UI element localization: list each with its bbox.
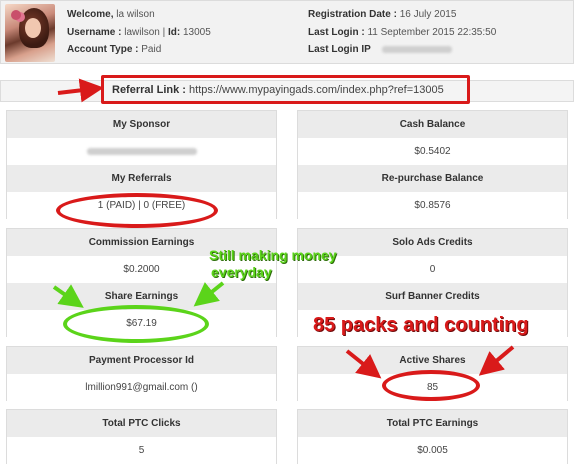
total-ptc-earnings-header: Total PTC Earnings [298,410,567,437]
account-header: Welcome, la wilson Username : lawilson |… [0,0,574,64]
payment-processor-box: Payment Processor Id lmillion991@gmail.c… [6,346,277,401]
green-annotation: Still making money everyday [209,247,337,281]
total-ptc-clicks-value: 5 [7,437,276,464]
balances-box: Cash Balance $0.5402 Re-purchase Balance… [297,110,568,219]
registration-label: Registration Date : [308,9,397,20]
last-login-ip-row: Last Login IP [308,42,452,58]
id-label: Id: [168,27,181,38]
username-row: Username : lawilson | Id: 13005 [67,27,211,38]
account-type-label: Account Type : [67,44,139,55]
account-type-row: Account Type : Paid [67,42,161,58]
red-annotation: 85 packs and counting [313,314,529,336]
referrals-highlight-oval [56,193,218,228]
registration-row: Registration Date : 16 July 2015 [308,7,456,23]
username-value: lawilson [124,27,160,38]
welcome-row: Welcome, la wilson [67,7,155,23]
cash-balance-value: $0.5402 [298,138,567,165]
repurchase-balance-header: Re-purchase Balance [298,165,567,192]
ptc-clicks-box: Total PTC Clicks 5 [6,409,277,464]
avatar [5,4,55,62]
cash-balance-header: Cash Balance [298,111,567,138]
welcome-name: la wilson [116,9,155,20]
green-annotation-line2: everyday [211,264,272,280]
solo-ads-credits-value: 0 [298,256,567,283]
share-earnings-highlight-oval [63,305,209,343]
last-login-ip-redacted [381,45,452,53]
total-ptc-earnings-value: $0.005 [298,437,567,464]
avatar-flower [11,10,21,20]
referral-highlight-box [101,75,470,104]
avatar-face [25,18,41,38]
last-login-ip-label: Last Login IP [308,44,371,55]
repurchase-balance-value: $0.8576 [298,192,567,219]
solo-ads-credits-header: Solo Ads Credits [298,229,567,256]
active-shares-highlight-oval [382,370,480,401]
sponsor-redacted [86,147,197,155]
my-referrals-header: My Referrals [7,165,276,192]
last-login-row: Last Login : 11 September 2015 22:35:50 [308,25,496,41]
username-label: Username : [67,27,122,38]
my-sponsor-value [7,138,276,165]
welcome-label: Welcome, [67,9,114,20]
last-login-value: 11 September 2015 22:35:50 [367,27,497,38]
total-ptc-clicks-header: Total PTC Clicks [7,410,276,437]
my-sponsor-header: My Sponsor [7,111,276,138]
surf-banner-credits-header: Surf Banner Credits [298,283,567,310]
payment-processor-header: Payment Processor Id [7,347,276,374]
green-annotation-line1: Still making money [209,247,337,263]
id-value: 13005 [183,27,211,38]
payment-processor-value: lmillion991@gmail.com () [7,374,276,401]
account-type-value: Paid [141,44,162,55]
ptc-earnings-box: Total PTC Earnings $0.005 [297,409,568,464]
last-login-label: Last Login : [308,27,365,38]
registration-value: 16 July 2015 [399,9,457,20]
